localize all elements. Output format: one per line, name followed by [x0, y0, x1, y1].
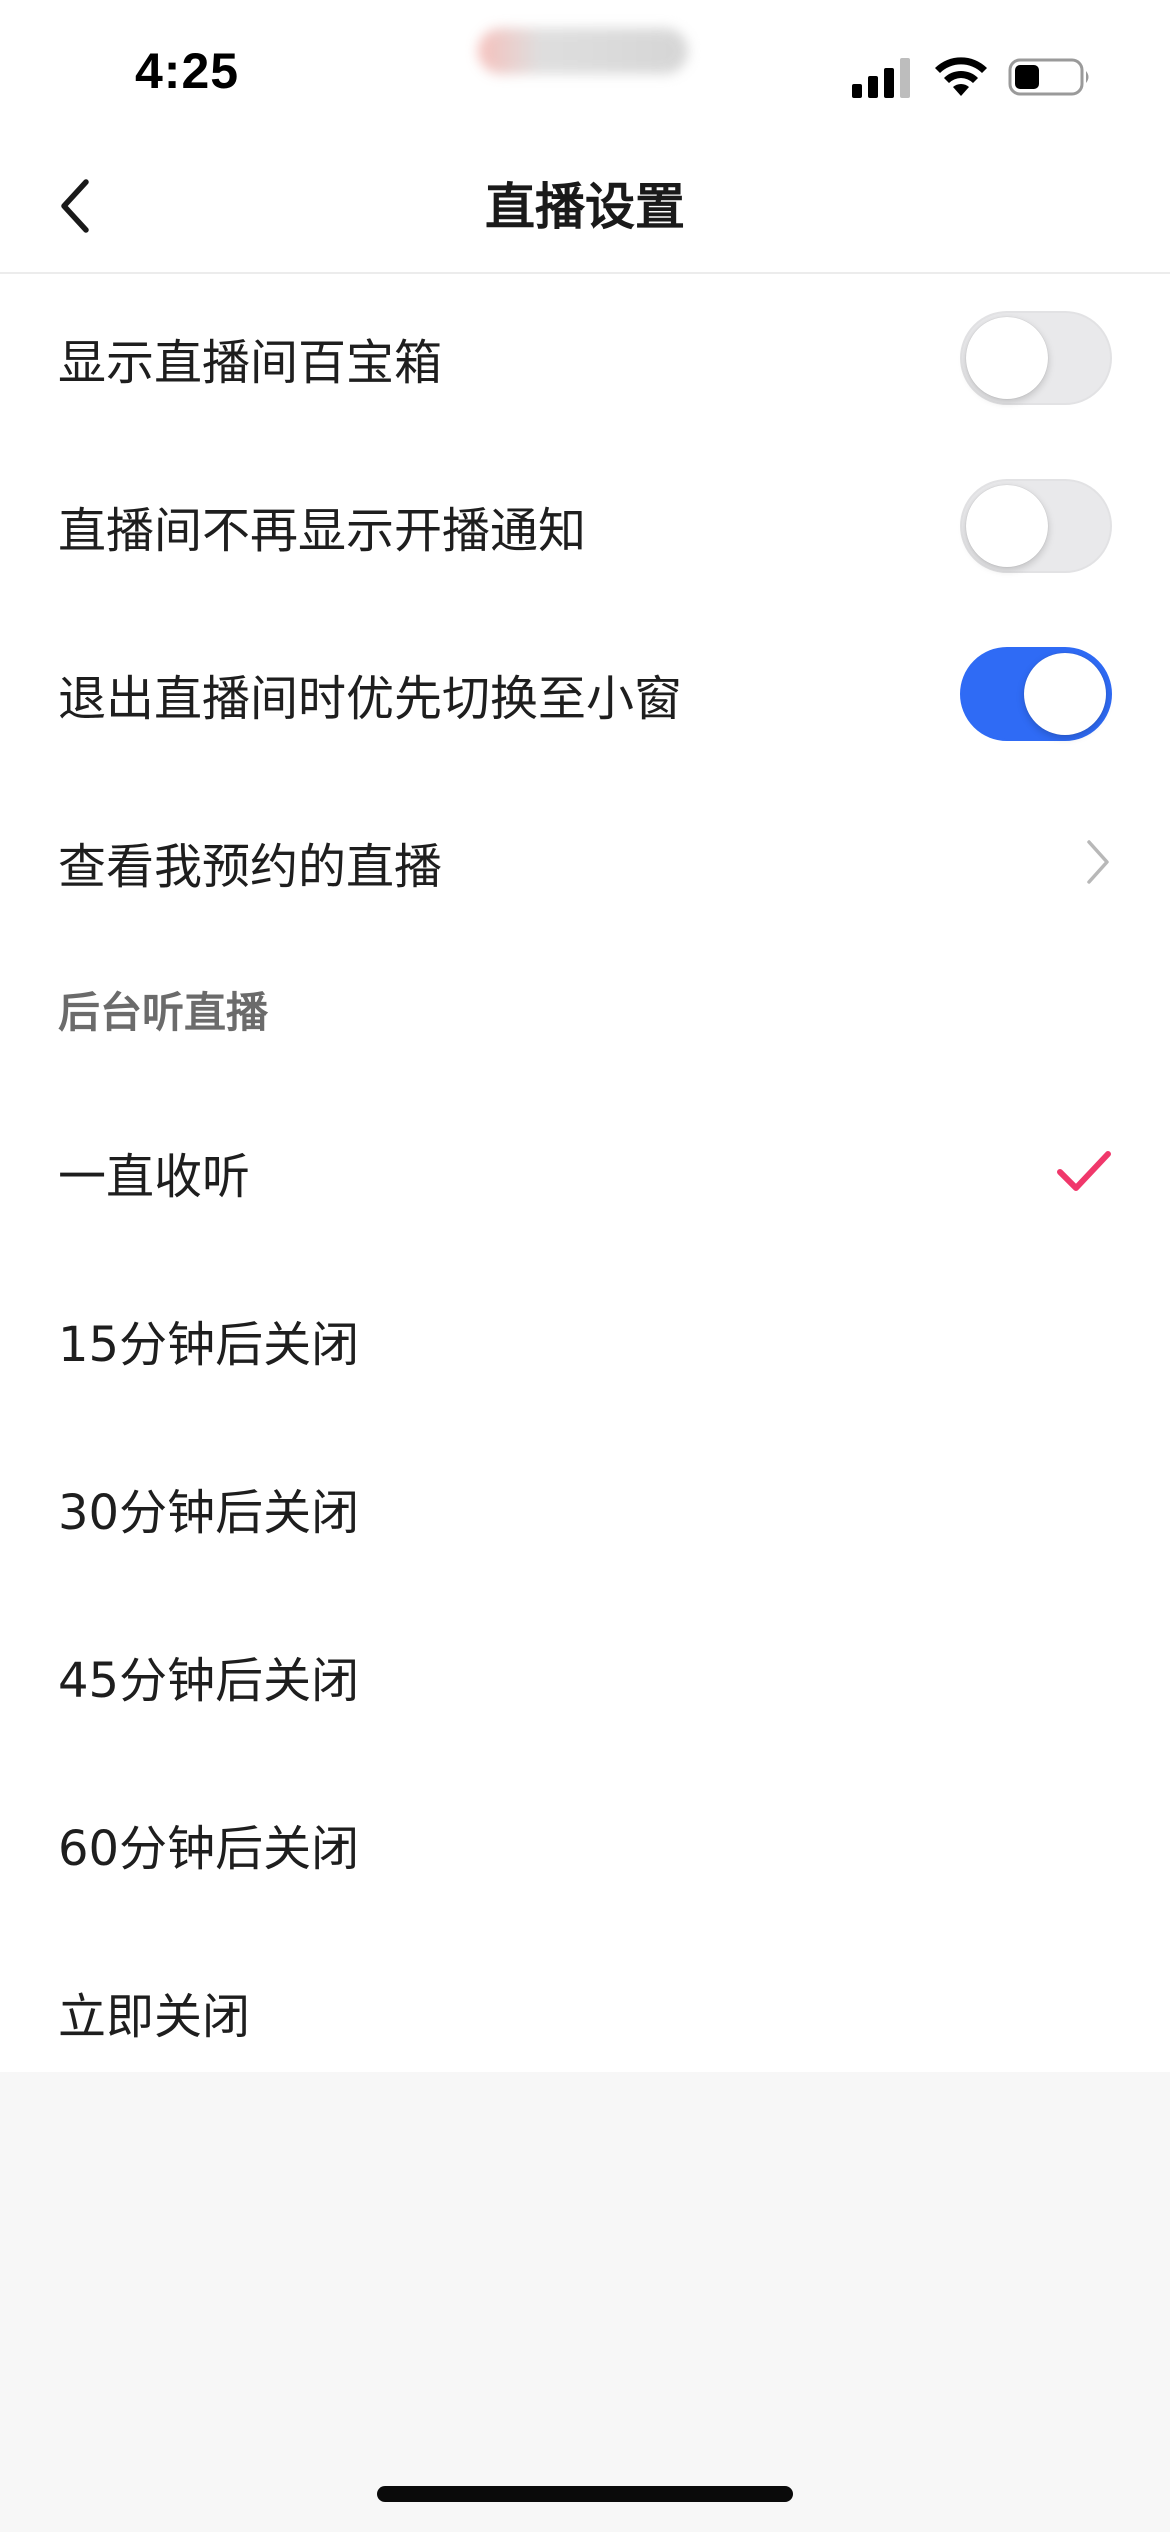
back-button[interactable] — [40, 170, 112, 242]
status-time: 4:25 — [135, 43, 240, 99]
setting-row-mini-window: 退出直播间时优先切换至小窗 — [0, 610, 1170, 778]
setting-label: 退出直播间时优先切换至小窗 — [58, 671, 683, 727]
blurred-status-pill — [478, 28, 688, 74]
setting-label: 直播间不再显示开播通知 — [58, 503, 587, 559]
setting-row-my-reservations[interactable]: 查看我预约的直播 — [0, 778, 1170, 946]
setting-row-treasure-box: 显示直播间百宝箱 — [0, 274, 1170, 442]
option-row-15-min[interactable]: 15分钟后关闭 — [0, 1256, 1170, 1424]
navigation-bar: 直播设置 — [0, 140, 1170, 274]
option-row-60-min[interactable]: 60分钟后关闭 — [0, 1760, 1170, 1928]
wifi-icon — [935, 57, 987, 96]
chevron-right-icon — [1087, 840, 1109, 884]
start-notice-toggle[interactable] — [960, 479, 1112, 573]
battery-icon — [1008, 58, 1089, 96]
chevron-left-icon — [61, 179, 89, 233]
option-label: 60分钟后关闭 — [58, 1821, 360, 1877]
section-header-background-listen: 后台听直播 — [58, 988, 269, 1037]
settings-list: 显示直播间百宝箱 直播间不再显示开播通知 退出直播间时优先切换至小窗 查看我预约… — [0, 274, 1170, 2072]
option-label: 一直收听 — [58, 1149, 251, 1205]
setting-row-start-notice: 直播间不再显示开播通知 — [0, 442, 1170, 610]
option-label: 45分钟后关闭 — [58, 1653, 360, 1709]
option-label: 立即关闭 — [58, 1989, 251, 2045]
screen: 4:25 直播设置 显示直播间百宝箱 直播间不再显示开播通知 退出直播间时优先切… — [0, 0, 1170, 2532]
toggle-knob — [966, 485, 1048, 567]
home-indicator[interactable] — [377, 2486, 793, 2502]
option-row-30-min[interactable]: 30分钟后关闭 — [0, 1424, 1170, 1592]
treasure-box-toggle[interactable] — [960, 311, 1112, 405]
setting-label: 显示直播间百宝箱 — [58, 335, 443, 391]
option-row-close-now[interactable]: 立即关闭 — [0, 1928, 1170, 2096]
checkmark-icon — [1057, 1151, 1111, 1191]
option-label: 15分钟后关闭 — [58, 1317, 360, 1373]
toggle-knob — [1024, 653, 1106, 735]
mini-window-toggle[interactable] — [960, 647, 1112, 741]
cellular-signal-icon — [852, 58, 910, 98]
setting-label: 查看我预约的直播 — [58, 839, 443, 895]
status-bar: 4:25 — [0, 0, 1170, 140]
page-title: 直播设置 — [485, 178, 685, 236]
option-row-45-min[interactable]: 45分钟后关闭 — [0, 1592, 1170, 1760]
option-row-always-listen[interactable]: 一直收听 — [0, 1088, 1170, 1256]
toggle-knob — [966, 317, 1048, 399]
option-label: 30分钟后关闭 — [58, 1485, 360, 1541]
